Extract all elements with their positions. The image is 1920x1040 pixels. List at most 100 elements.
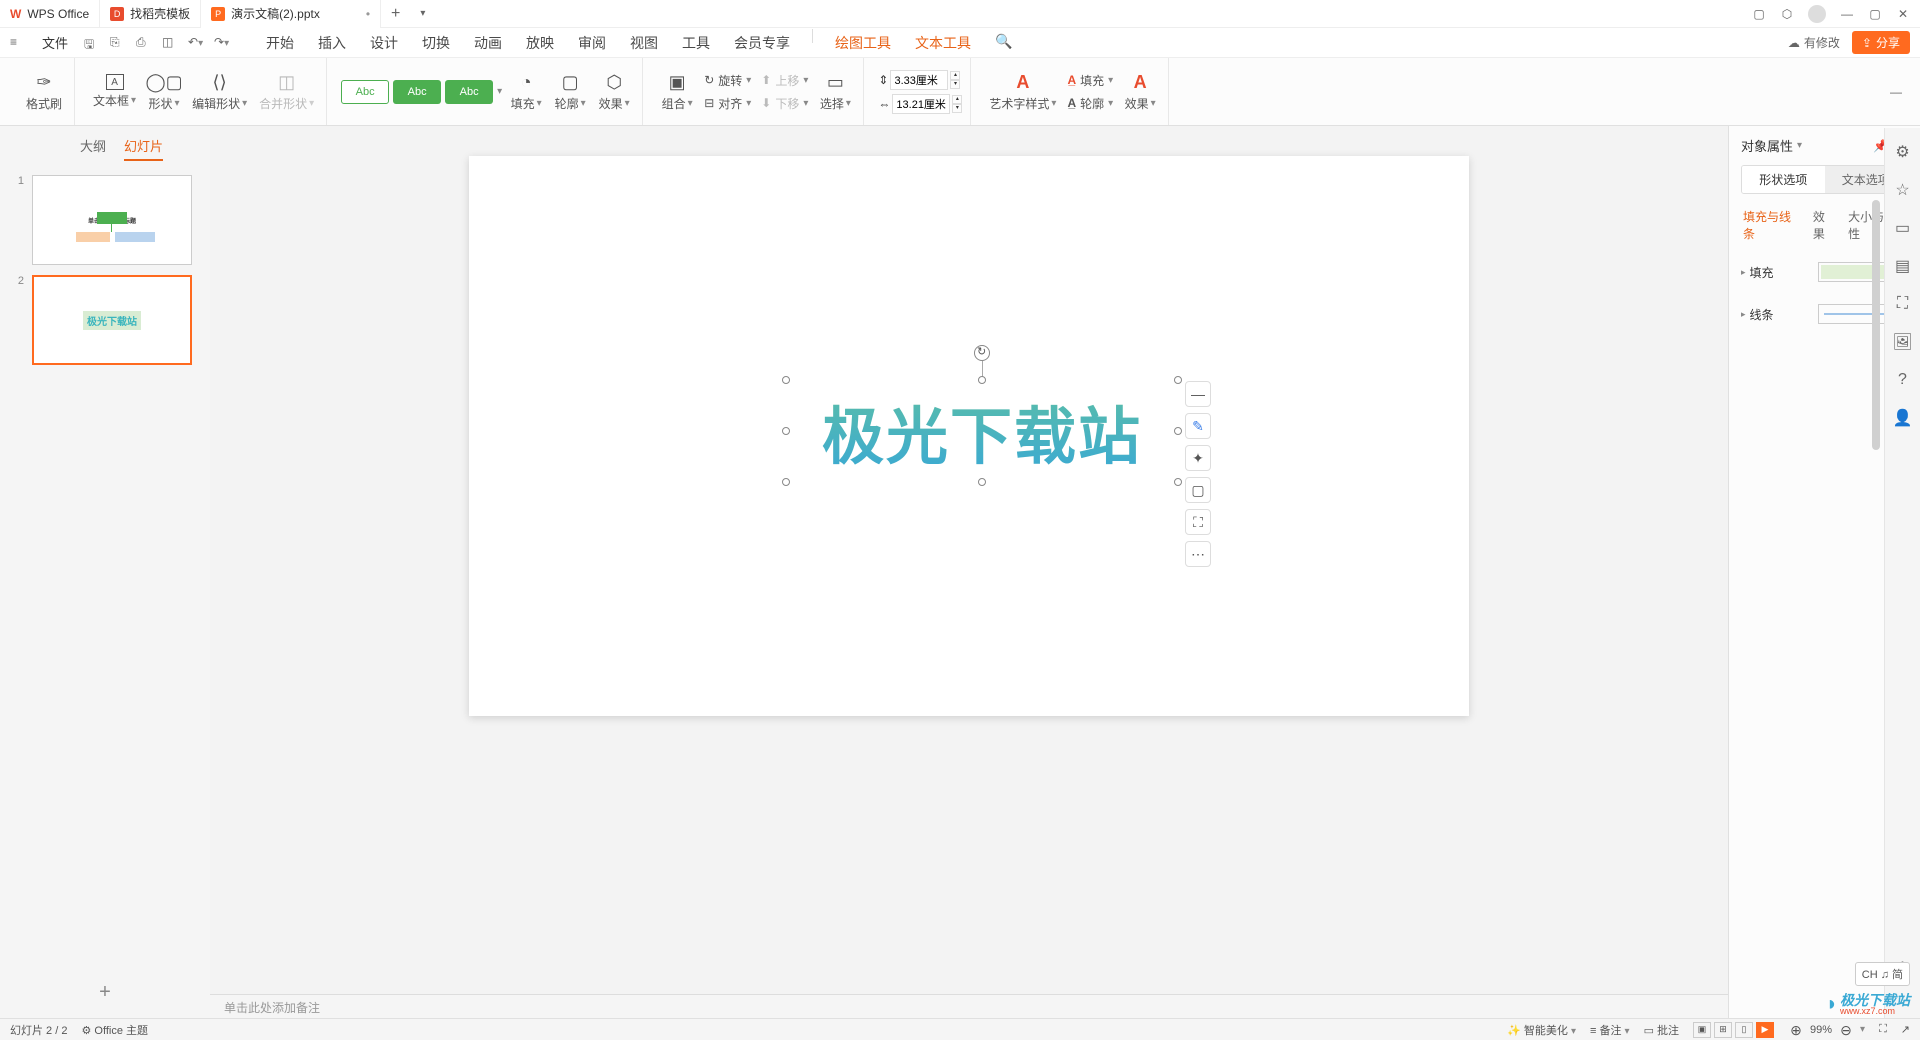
outline-button[interactable]: ▢ 轮廓▾ xyxy=(550,69,590,114)
height-spinner[interactable]: ▴▾ xyxy=(950,71,960,89)
rotate-handle[interactable] xyxy=(974,345,990,361)
style-preset-1[interactable]: Abc xyxy=(341,80,389,104)
style-preset-2[interactable]: Abc xyxy=(393,80,441,104)
export-icon[interactable]: ⎘ xyxy=(110,35,126,51)
menu-tab-design[interactable]: 设计 xyxy=(368,29,400,57)
status-theme[interactable]: ⚙ Office 主题 xyxy=(81,1022,148,1038)
side-tool-star[interactable]: ☆ xyxy=(1893,180,1913,200)
float-minus-button[interactable]: — xyxy=(1185,381,1211,407)
window-panel-icon[interactable]: ▢ xyxy=(1752,7,1766,21)
view-normal[interactable]: ▣ xyxy=(1693,1022,1711,1038)
cloud-status[interactable]: ☁有修改 xyxy=(1788,34,1840,51)
outline-tab[interactable]: 大纲 xyxy=(80,136,106,161)
handle-ml[interactable] xyxy=(782,427,790,435)
view-play[interactable]: ▶ xyxy=(1756,1022,1774,1038)
save-icon[interactable]: 🖫 xyxy=(84,35,100,51)
cube-icon[interactable]: ⬡ xyxy=(1780,7,1794,21)
thumbnail[interactable]: 单击此处添加标题 xyxy=(32,175,192,265)
comments-toggle[interactable]: ▭ 批注 xyxy=(1644,1022,1679,1038)
float-star-button[interactable]: ✦ xyxy=(1185,445,1211,471)
notes-toggle[interactable]: ≡ 备注 ▾ xyxy=(1590,1022,1630,1038)
style-preset-3[interactable]: Abc xyxy=(445,80,493,104)
search-icon[interactable]: 🔍 xyxy=(993,29,1014,57)
side-tool-layers[interactable]: ▭ xyxy=(1893,218,1913,238)
vertical-scrollbar[interactable] xyxy=(1870,140,1880,1005)
side-tool-crop[interactable]: ⛶ xyxy=(1893,294,1913,314)
expand-button[interactable]: ↗ xyxy=(1901,1023,1910,1036)
menu-tab-review[interactable]: 审阅 xyxy=(576,29,608,57)
select-button[interactable]: ▭ 选择▾ xyxy=(815,69,855,114)
effect-button[interactable]: ⬡ 效果▾ xyxy=(594,69,634,114)
undo-icon[interactable]: ↶▾ xyxy=(188,35,204,51)
notes-bar[interactable]: 单击此处添加备注 xyxy=(210,994,1728,1018)
menu-tab-drawtools[interactable]: 绘图工具 xyxy=(833,29,893,57)
handle-br[interactable] xyxy=(1174,478,1182,486)
slide-thumb-2[interactable]: 2 极光下载站 xyxy=(10,275,200,365)
side-tool-person[interactable]: 👤 xyxy=(1893,408,1913,428)
side-tool-settings[interactable]: ⚙ xyxy=(1893,142,1913,162)
float-rect-button[interactable]: ▢ xyxy=(1185,477,1211,503)
tab-dropdown[interactable]: ▾ xyxy=(410,8,435,19)
hamburger-icon[interactable]: ≡ xyxy=(10,35,26,51)
view-reading[interactable]: ▯ xyxy=(1735,1022,1753,1038)
zoom-out[interactable]: ⊖ xyxy=(1838,1022,1854,1038)
ime-badge[interactable]: CH ♫ 简 xyxy=(1855,962,1910,986)
side-tool-help[interactable]: ? xyxy=(1893,370,1913,390)
textbox-button[interactable]: A 文本框▾ xyxy=(89,72,140,111)
float-crop-button[interactable]: ⛶ xyxy=(1185,509,1211,535)
fit-button[interactable]: ⛶ xyxy=(1879,1023,1887,1036)
width-spinner[interactable]: ▴▾ xyxy=(952,95,962,113)
zoom-value[interactable]: 99% xyxy=(1810,1024,1832,1036)
ribbon-collapse-icon[interactable]: — xyxy=(1890,85,1902,99)
handle-bm[interactable] xyxy=(978,478,986,486)
maximize-button[interactable]: ▢ xyxy=(1868,7,1882,21)
art-style-button[interactable]: A 艺术字样式▾ xyxy=(985,69,1060,114)
add-slide-button[interactable]: + xyxy=(0,967,210,1018)
thumbnail[interactable]: 极光下载站 xyxy=(32,275,192,365)
zoom-in[interactable]: ⊕ xyxy=(1788,1022,1804,1038)
avatar-icon[interactable] xyxy=(1808,5,1826,23)
scroll-thumb[interactable] xyxy=(1872,200,1880,450)
redo-icon[interactable]: ↷▾ xyxy=(214,35,230,51)
slides-tab[interactable]: 幻灯片 xyxy=(124,136,163,161)
menu-tab-view[interactable]: 视图 xyxy=(628,29,660,57)
side-tool-image[interactable]: 🖼 xyxy=(1893,332,1913,352)
beautify-button[interactable]: ✨ 智能美化 ▾ xyxy=(1507,1022,1576,1038)
float-more-button[interactable]: ⋯ xyxy=(1185,541,1211,567)
align-button[interactable]: ⊟对齐▾ xyxy=(701,94,754,113)
height-input[interactable] xyxy=(890,70,948,90)
rotate-button[interactable]: ↻旋转▾ xyxy=(701,71,754,90)
prop-tab-shape[interactable]: 形状选项 xyxy=(1742,166,1825,193)
group-button[interactable]: ▣ 组合▾ xyxy=(657,69,697,114)
close-button[interactable]: ✕ xyxy=(1896,7,1910,21)
handle-tm[interactable] xyxy=(978,376,986,384)
share-button[interactable]: ⇪分享 xyxy=(1852,31,1910,54)
menu-tab-texttools[interactable]: 文本工具 xyxy=(913,29,973,57)
menu-tab-slideshow[interactable]: 放映 xyxy=(524,29,556,57)
slide-canvas[interactable]: 极光下载站 — ✎ ✦ ▢ ⛶ ⋯ xyxy=(469,156,1469,716)
menu-tab-vip[interactable]: 会员专享 xyxy=(732,29,792,57)
minimize-button[interactable]: — xyxy=(1840,7,1854,21)
menu-tab-tools[interactable]: 工具 xyxy=(680,29,712,57)
slide-thumb-1[interactable]: 1 单击此处添加标题 xyxy=(10,175,200,265)
height-input-group[interactable]: ⇕ ▴▾ xyxy=(878,70,962,90)
handle-tl[interactable] xyxy=(782,376,790,384)
tab-templates[interactable]: D 找稻壳模板 xyxy=(100,0,201,28)
subtab-fill[interactable]: 填充与线条 xyxy=(1743,208,1801,242)
side-tool-page[interactable]: ▤ xyxy=(1893,256,1913,276)
tab-wps-home[interactable]: W WPS Office xyxy=(0,0,100,28)
width-input-group[interactable]: ⇔ ▴▾ xyxy=(878,94,962,114)
prop-line-row[interactable]: ▸线条 ▾ xyxy=(1741,298,1908,330)
view-sorter[interactable]: ⊞ xyxy=(1714,1022,1732,1038)
width-input[interactable] xyxy=(892,94,950,114)
fill-button[interactable]: ◔ 填充▾ xyxy=(506,69,546,114)
menu-tab-insert[interactable]: 插入 xyxy=(316,29,348,57)
handle-bl[interactable] xyxy=(782,478,790,486)
prop-fill-row[interactable]: ▸填充 ▾ xyxy=(1741,256,1908,288)
text-effect-button[interactable]: A 效果▾ xyxy=(1120,69,1160,114)
zoom-more[interactable]: ▾ xyxy=(1860,1024,1865,1035)
menu-tab-animation[interactable]: 动画 xyxy=(472,29,504,57)
format-brush-button[interactable]: ✑ 格式刷 xyxy=(22,69,66,114)
preset-more[interactable]: ▾ xyxy=(497,86,502,97)
handle-tr[interactable] xyxy=(1174,376,1182,384)
